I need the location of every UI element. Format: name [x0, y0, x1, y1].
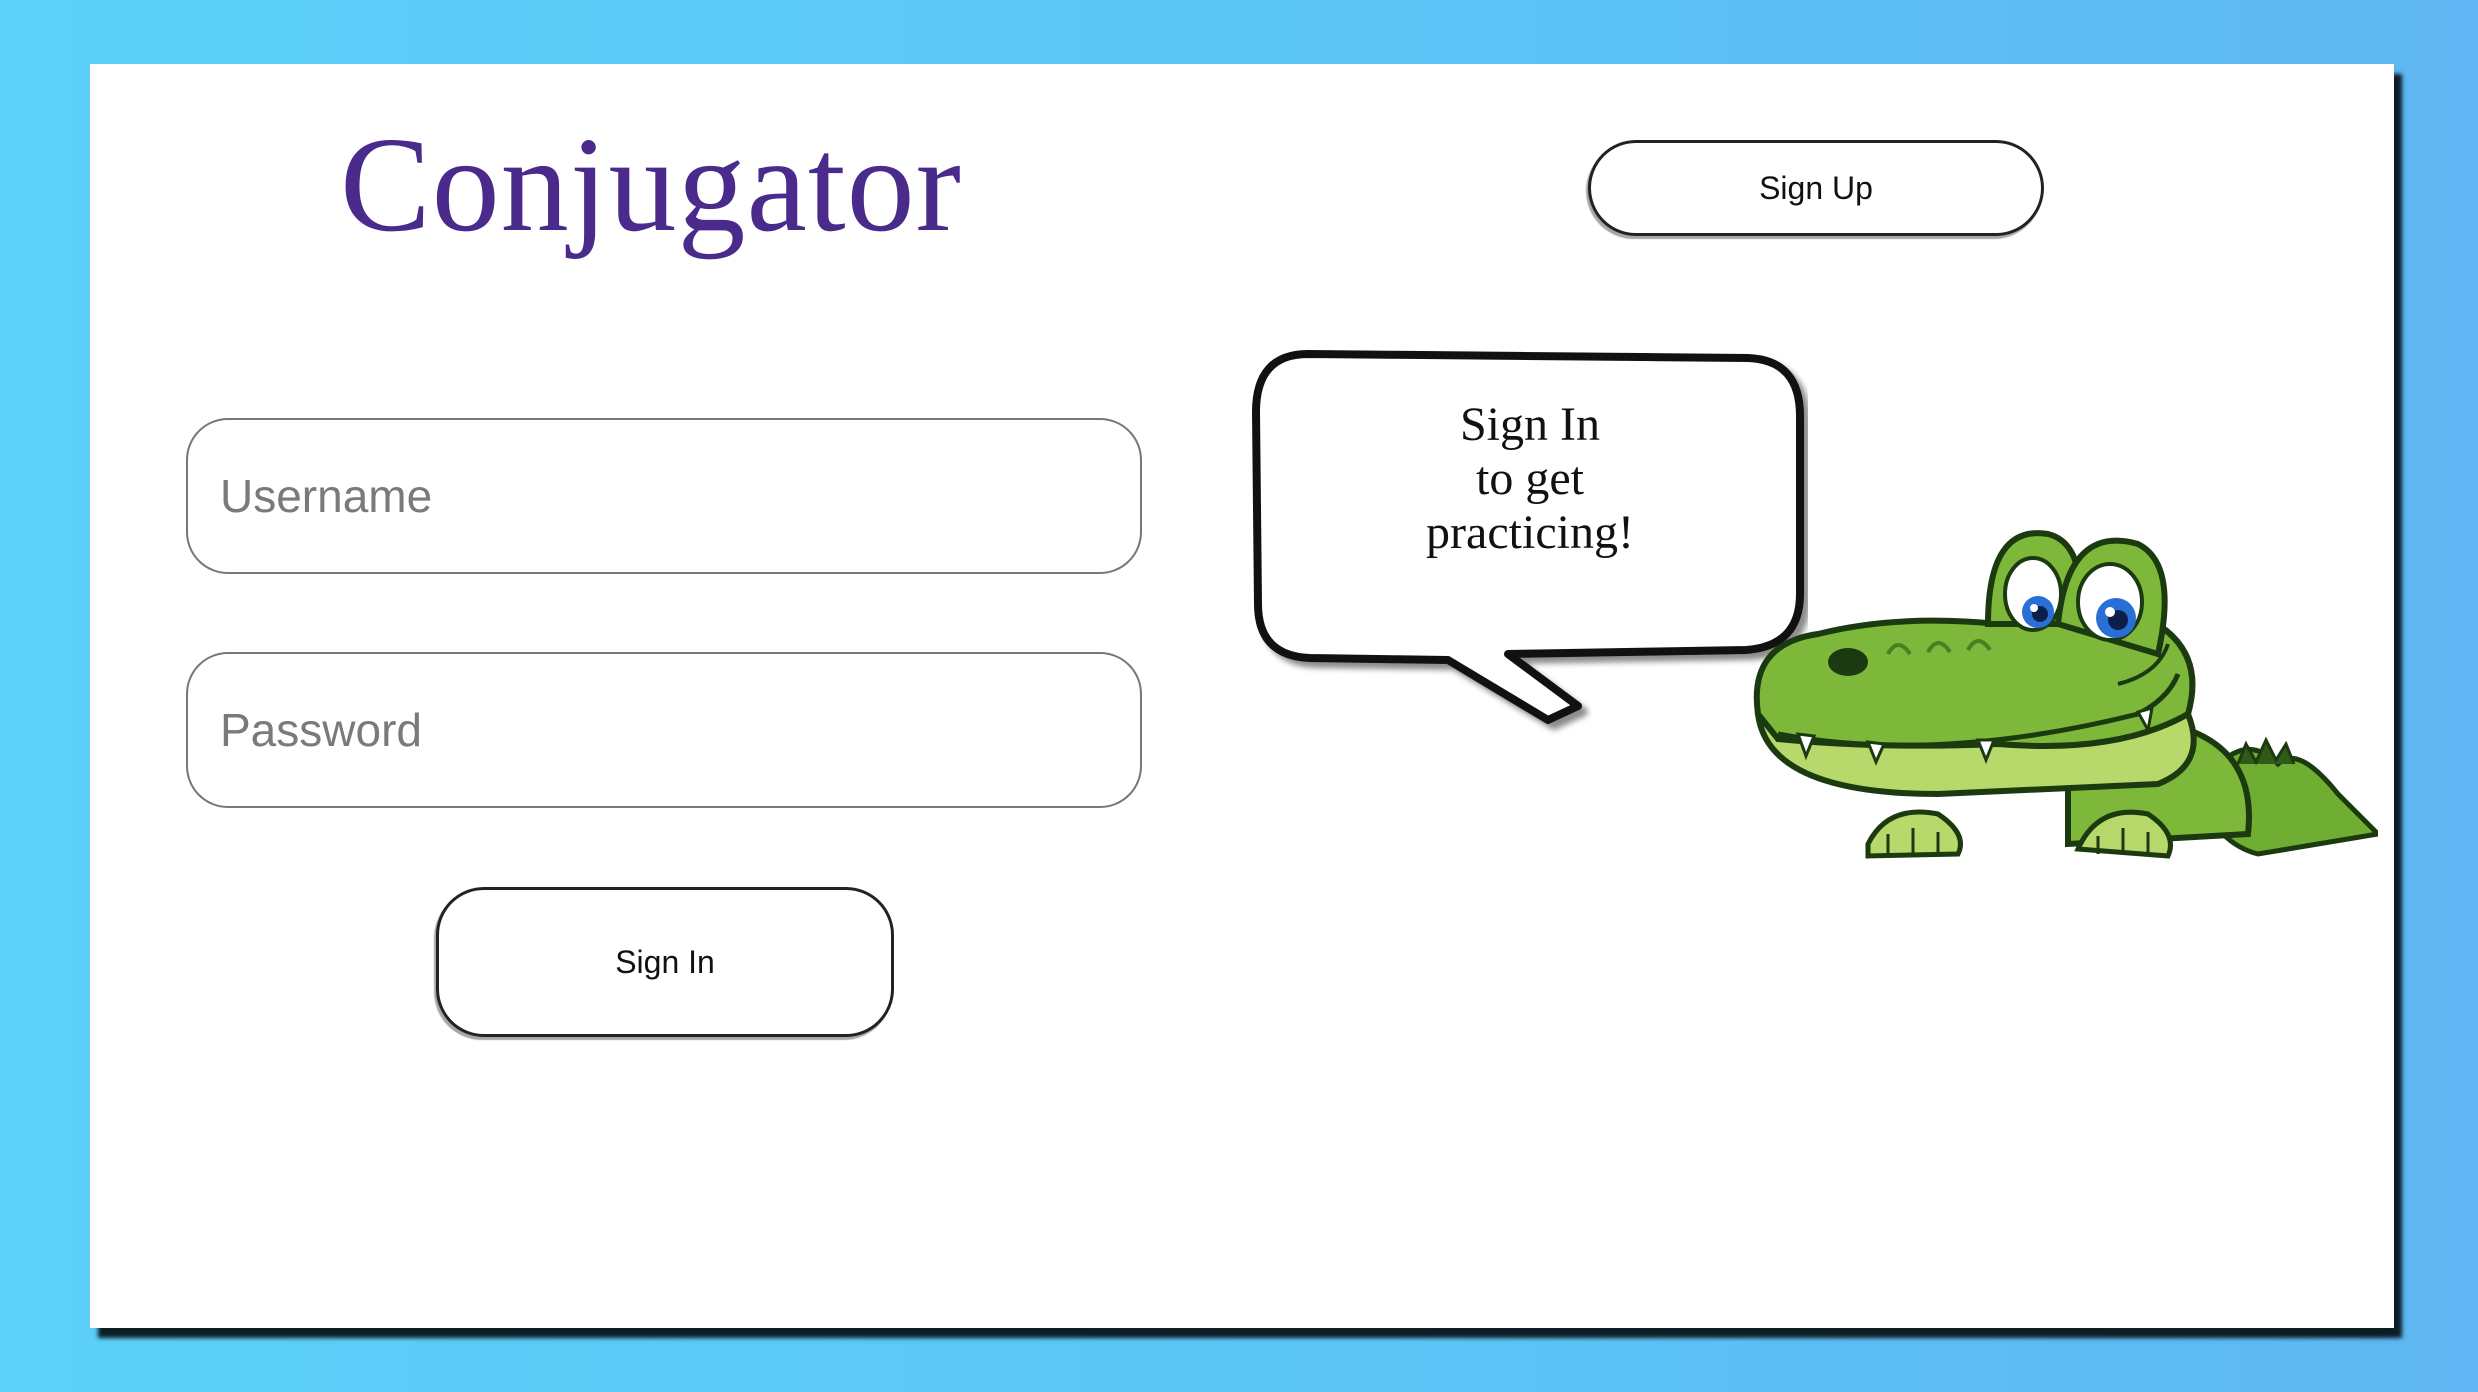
bubble-line: Sign In — [1459, 398, 1600, 451]
login-card: Conjugator Sign Up Sign In Sign In to ge… — [90, 64, 2394, 1328]
sign-up-button[interactable]: Sign Up — [1588, 140, 2044, 236]
alligator-mascot-icon — [1753, 530, 2378, 859]
bubble-line: to get — [1476, 452, 1584, 505]
password-input[interactable] — [186, 652, 1142, 808]
app-title: Conjugator — [340, 110, 962, 260]
speech-bubble-text: Sign In to get practicing! — [1302, 398, 1758, 560]
username-input[interactable] — [186, 418, 1142, 574]
bubble-line: practicing! — [1426, 506, 1634, 559]
sign-in-button[interactable]: Sign In — [436, 887, 894, 1037]
